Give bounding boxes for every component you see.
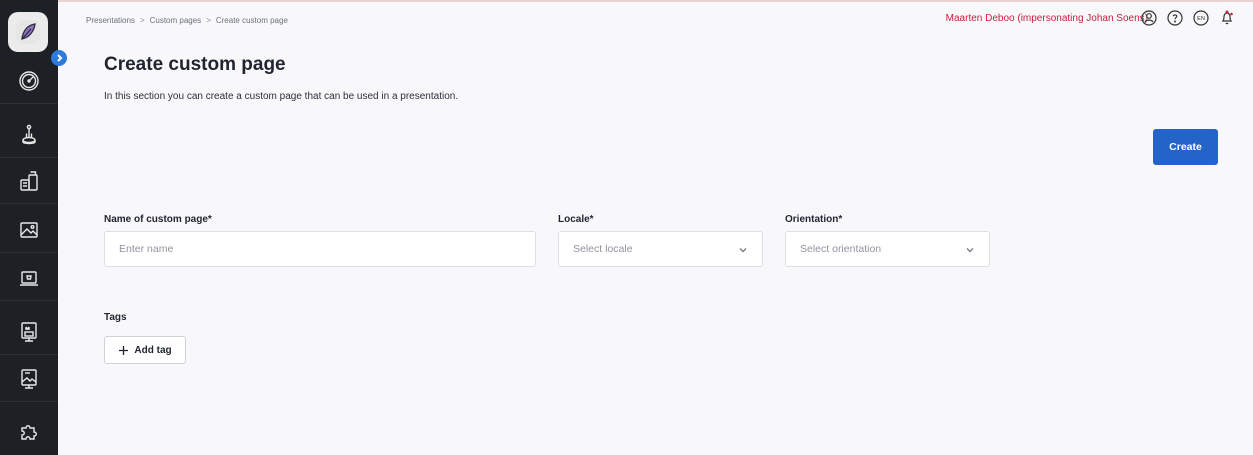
sidebar-item-shop[interactable] [0, 255, 58, 301]
app-logo[interactable] [8, 12, 48, 52]
impersonation-user-label[interactable]: Maarten Deboo (impersonating Johan Soens… [946, 13, 1148, 24]
breadcrumb-item-custom-pages[interactable]: Custom pages [150, 16, 202, 25]
breadcrumb-separator: > [206, 16, 211, 25]
plus-icon [119, 345, 129, 355]
sidebar-item-products[interactable] [0, 158, 58, 204]
sidebar [0, 0, 58, 455]
sidebar-item-presentation-media[interactable] [0, 356, 58, 402]
locale-label: Locale* [558, 214, 594, 225]
sidebar-item-dashboard[interactable] [0, 58, 58, 104]
locale-select[interactable]: Select locale [558, 231, 763, 267]
chevron-down-icon [738, 245, 748, 255]
sidebar-item-integrations[interactable] [0, 408, 58, 454]
add-tag-label: Add tag [134, 344, 172, 356]
chevron-down-icon [965, 245, 975, 255]
name-input[interactable] [104, 231, 536, 267]
sidebar-item-media[interactable] [0, 207, 58, 253]
add-tag-button[interactable]: Add tag [104, 336, 186, 364]
puzzle-icon [21, 425, 37, 440]
orientation-label: Orientation* [785, 214, 843, 225]
sidebar-expand-button[interactable] [51, 50, 67, 66]
laptop-cart-icon [20, 270, 38, 286]
joystick-icon [22, 124, 36, 144]
breadcrumb-item-current: Create custom page [215, 16, 288, 25]
presentation-image-icon [21, 368, 37, 389]
page-title: Create custom page [104, 54, 286, 75]
locale-placeholder: Select locale [573, 243, 633, 255]
create-button[interactable]: Create [1153, 129, 1218, 165]
tags-label: Tags [104, 312, 127, 323]
header-icons: EN [1141, 10, 1235, 26]
page-subtitle: In this section you can create a custom … [104, 91, 459, 102]
orientation-placeholder: Select orientation [800, 243, 882, 255]
sidebar-item-controls[interactable] [0, 112, 58, 158]
dashboard-gauge-icon [19, 70, 39, 91]
chevron-right-icon [57, 54, 63, 62]
profile-button[interactable] [1141, 10, 1157, 26]
orientation-select[interactable]: Select orientation [785, 231, 990, 267]
language-icon: EN [1193, 10, 1209, 26]
sidebar-item-presentations[interactable] [0, 309, 58, 355]
breadcrumb: Presentations > Custom pages > Create cu… [86, 16, 288, 25]
notifications-button[interactable] [1219, 10, 1235, 26]
breadcrumb-separator: > [139, 16, 145, 25]
image-library-icon [20, 221, 38, 238]
leaf-logo-icon [16, 20, 40, 44]
products-icon [20, 170, 38, 191]
presentation-m-icon [21, 321, 37, 342]
profile-icon [1141, 10, 1157, 26]
breadcrumb-item-presentations[interactable]: Presentations [86, 16, 135, 25]
help-icon [1167, 10, 1183, 26]
language-code: EN [1197, 16, 1205, 22]
language-button[interactable]: EN [1193, 10, 1209, 26]
help-button[interactable] [1167, 10, 1183, 26]
name-label: Name of custom page* [104, 214, 212, 225]
notification-bell-icon [1221, 10, 1233, 25]
top-accent-line [0, 0, 1253, 2]
